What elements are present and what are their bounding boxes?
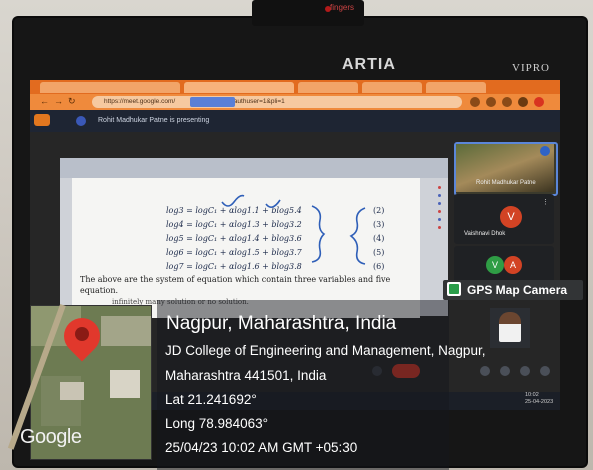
tool-icon[interactable]: [438, 194, 441, 197]
webcam-label: fingers: [330, 3, 355, 12]
browser-tab[interactable]: [426, 82, 486, 93]
tray-date: 25-04-2023: [525, 399, 554, 405]
tool-icon[interactable]: [438, 218, 441, 221]
back-icon[interactable]: ←: [40, 96, 49, 106]
chat-icon[interactable]: [520, 366, 530, 376]
address-line: Maharashtra 441501, India: [165, 368, 327, 383]
tray-time: 10:02: [525, 392, 539, 398]
tool-icon[interactable]: [438, 202, 441, 205]
map-building: [110, 370, 140, 398]
document-paragraph: The above are the system of equation whi…: [80, 275, 391, 295]
gps-map-camera-icon-inner: [449, 284, 459, 294]
participant-name: Vaishnavi Dhok: [464, 231, 506, 237]
address-line: JD College of Engineering and Management…: [165, 343, 486, 358]
self-view-video: [499, 312, 521, 342]
url-suffix: ?authuser=1&pli=1: [230, 98, 285, 105]
case-text: ARTIA: [342, 56, 396, 73]
place-name: Nagpur, Maharashtra, India: [166, 313, 397, 334]
browser-tab[interactable]: [362, 82, 422, 93]
pen-stroke: [349, 207, 366, 265]
url-field[interactable]: https://meet.google.com/ ?authuser=1&pli=…: [92, 96, 462, 108]
map-brand: Google: [20, 426, 82, 448]
mic-icon: [540, 146, 550, 156]
latitude: Lat 21.241692°: [165, 392, 257, 407]
map-building: [60, 382, 84, 400]
pen-stroke: [265, 199, 281, 208]
info-icon[interactable]: [480, 366, 490, 376]
browser-tab[interactable]: [40, 82, 180, 93]
pen-annotations: [221, 194, 366, 265]
pen-stroke: [221, 194, 245, 207]
profile-avatar[interactable]: [534, 97, 544, 107]
tool-icon[interactable]: [438, 186, 441, 189]
presenting-status: Rohit Madhukar Patne is presenting: [98, 117, 210, 124]
participant-name: Rohit Madhukar Patne: [476, 180, 536, 186]
participant-avatar: V: [486, 256, 504, 274]
datetime: 25/04/23 10:02 AM GMT +05:30: [165, 440, 358, 455]
presenter-avatar: [76, 116, 86, 126]
participant-avatar: V: [500, 206, 522, 228]
forward-icon[interactable]: →: [54, 96, 63, 106]
star-icon[interactable]: [486, 97, 496, 107]
tool-icon[interactable]: [438, 210, 441, 213]
more-options-icon[interactable]: ⋮: [542, 198, 549, 206]
sidebar-icon[interactable]: [518, 97, 528, 107]
activities-icon[interactable]: [540, 366, 550, 376]
location-pin-center: [75, 327, 89, 341]
meet-logo-icon: [34, 114, 50, 126]
url-selection: [190, 97, 235, 107]
monitor-brand: VIPRO: [512, 62, 551, 74]
browser-tab[interactable]: [184, 82, 294, 93]
longitude: Long 78.984063°: [165, 416, 268, 431]
extension-icon[interactable]: [470, 97, 480, 107]
reload-icon[interactable]: ↻: [68, 96, 76, 107]
map-field: [101, 316, 151, 346]
browser-tab[interactable]: [298, 82, 358, 93]
url-text: https://meet.google.com/: [104, 98, 176, 105]
document-toolbar: [60, 158, 448, 178]
tool-icon[interactable]: [438, 226, 441, 229]
extension-icon[interactable]: [502, 97, 512, 107]
pen-stroke: [311, 205, 326, 263]
people-icon[interactable]: [500, 366, 510, 376]
tray-clock: 10:02 25-04-2023: [525, 392, 553, 406]
participant-avatar: A: [504, 256, 522, 274]
gps-badge-title: GPS Map Camera: [467, 283, 568, 297]
